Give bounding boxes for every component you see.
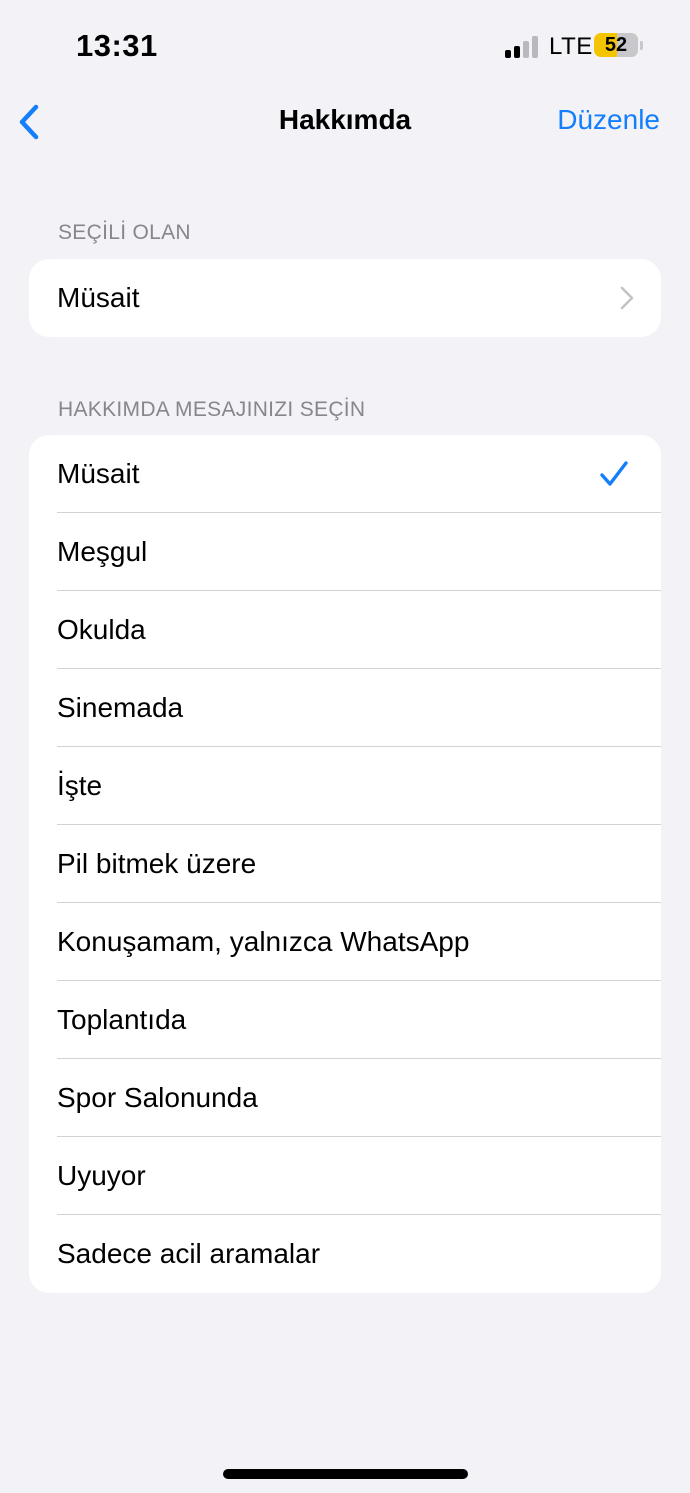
status-time: 13:31 <box>76 28 158 63</box>
status-option-label: Okulda <box>57 614 146 645</box>
signal-bar <box>523 41 529 58</box>
status-option-row[interactable]: Sadece acil aramalar <box>29 1215 661 1293</box>
status-option-label: Konuşamam, yalnızca WhatsApp <box>57 926 470 957</box>
status-option-label: Sadece acil aramalar <box>57 1238 321 1269</box>
status-bar: 13:31 LTE 52 <box>0 0 690 90</box>
signal-bar <box>514 46 520 58</box>
checkmark-icon <box>600 461 628 486</box>
current-status-row[interactable]: Müsait <box>29 259 661 337</box>
status-option-row[interactable]: Uyuyor <box>29 1137 661 1215</box>
status-option-row[interactable]: Toplantıda <box>29 981 661 1059</box>
status-option-row[interactable]: Pil bitmek üzere <box>29 825 661 903</box>
status-option-row[interactable]: Sinemada <box>29 669 661 747</box>
status-option-row[interactable]: Konuşamam, yalnızca WhatsApp <box>29 903 661 981</box>
status-option-label: Spor Salonunda <box>57 1082 258 1113</box>
status-option-label: Pil bitmek üzere <box>57 848 257 879</box>
status-option-row[interactable]: Okulda <box>29 591 661 669</box>
battery-tip <box>640 41 643 50</box>
choices-section-header: HAKKIMDA MESAJINIZI SEÇİN <box>58 398 366 421</box>
current-section-header: SEÇİLİ OLAN <box>58 221 191 244</box>
status-option-row[interactable]: Müsait <box>29 435 661 513</box>
battery-icon: 52 <box>594 33 638 57</box>
signal-bar <box>532 36 538 58</box>
network-type: LTE <box>549 33 593 60</box>
status-option-row[interactable]: Spor Salonunda <box>29 1059 661 1137</box>
signal-bar <box>505 50 511 58</box>
status-option-row[interactable]: İşte <box>29 747 661 825</box>
status-option-row[interactable]: Meşgul <box>29 513 661 591</box>
current-status-label: Müsait <box>57 282 140 313</box>
status-option-label: Toplantıda <box>57 1004 187 1035</box>
status-option-label: Sinemada <box>57 692 184 723</box>
status-option-label: Meşgul <box>57 536 148 567</box>
battery-percent: 52 <box>604 34 628 56</box>
status-option-label: İşte <box>57 770 103 801</box>
cellular-signal-icon <box>505 34 541 58</box>
status-options-list: Müsait Meşgul Okulda Sinemada İşte Pil bitmek… <box>29 435 661 1293</box>
current-status-card: Müsait <box>29 259 661 337</box>
home-indicator[interactable] <box>223 1469 468 1479</box>
chevron-right-icon <box>620 286 634 310</box>
edit-button[interactable]: Düzenle <box>557 104 660 136</box>
status-option-label: Müsait <box>57 458 140 489</box>
status-option-label: Uyuyor <box>57 1160 146 1191</box>
